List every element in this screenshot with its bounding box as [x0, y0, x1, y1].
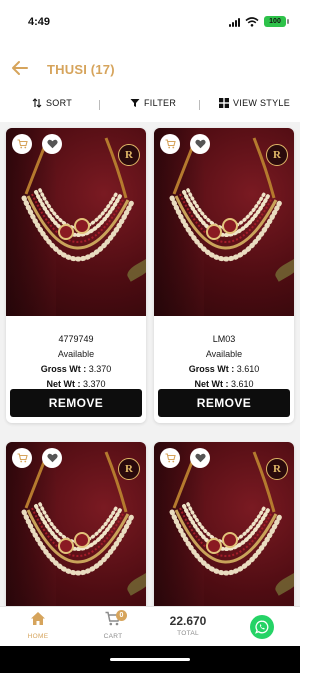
home-icon — [31, 612, 45, 625]
cart-icon — [165, 139, 176, 149]
product-grid[interactable]: R 4779749 Available Gross Wt : 3.370 Net… — [0, 122, 300, 606]
header: THUSI (17) — [0, 44, 300, 94]
bottom-nav: HOME 0 CART 22.670 TOTAL — [0, 606, 300, 646]
brand-logo: R — [266, 144, 288, 166]
gross-weight-label: Gross Wt : — [40, 364, 87, 374]
brand-logo: R — [266, 458, 288, 480]
signal-icon — [229, 17, 240, 27]
sort-label: SORT — [46, 98, 73, 108]
whatsapp-button[interactable] — [250, 615, 274, 639]
nav-cart[interactable]: 0 CART — [88, 610, 138, 640]
cart-icon — [17, 453, 28, 463]
filter-icon — [130, 99, 140, 107]
heart-icon — [194, 139, 206, 149]
net-weight-label: Net Wt : — [194, 379, 229, 389]
add-to-cart-button[interactable] — [160, 448, 180, 468]
total-label: TOTAL — [177, 630, 199, 637]
heart-icon — [46, 139, 58, 149]
system-home-bar — [0, 646, 300, 673]
sort-icon — [32, 98, 42, 108]
status-bar: 4:49 100 — [0, 0, 300, 44]
remove-button[interactable]: REMOVE — [10, 389, 142, 417]
heart-icon — [194, 453, 206, 463]
wishlist-button[interactable] — [190, 448, 210, 468]
back-arrow-icon[interactable] — [10, 58, 30, 78]
cart-icon — [17, 139, 28, 149]
net-weight: Net Wt : 3.370 — [6, 379, 146, 389]
wishlist-button[interactable] — [190, 134, 210, 154]
remove-button[interactable]: REMOVE — [158, 389, 290, 417]
filter-label: FILTER — [144, 98, 177, 108]
net-weight-value: 3.370 — [82, 379, 106, 389]
cart-count-badge: 0 — [116, 610, 127, 621]
product-card[interactable]: R — [154, 442, 294, 606]
home-indicator[interactable] — [110, 658, 190, 661]
net-weight-label: Net Wt : — [46, 379, 81, 389]
toolbar: SORT FILTER VIEW STYLE — [0, 94, 300, 118]
wishlist-button[interactable] — [42, 134, 62, 154]
product-image[interactable]: R — [6, 128, 146, 316]
battery-icon: 100 — [264, 16, 289, 27]
wishlist-button[interactable] — [42, 448, 62, 468]
add-to-cart-button[interactable] — [160, 134, 180, 154]
product-info: LM03 Available Gross Wt : 3.610 Net Wt :… — [154, 316, 294, 389]
gross-weight: Gross Wt : 3.370 — [6, 364, 146, 374]
product-info: 4779749 Available Gross Wt : 3.370 Net W… — [6, 316, 146, 389]
view-style-button[interactable]: VIEW STYLE — [219, 98, 290, 108]
nav-home[interactable]: HOME — [13, 611, 63, 640]
product-card[interactable]: R — [6, 442, 146, 606]
heart-icon — [46, 453, 58, 463]
gross-weight: Gross Wt : 3.610 — [154, 364, 294, 374]
product-card[interactable]: R LM03 Available Gross Wt : 3.610 Net Wt… — [154, 128, 294, 423]
add-to-cart-button[interactable] — [12, 448, 32, 468]
grid-view-icon — [219, 98, 229, 108]
page-title: THUSI (17) — [47, 62, 115, 77]
nav-cart-label: CART — [103, 633, 123, 640]
brand-logo: R — [118, 144, 140, 166]
sort-button[interactable]: SORT — [32, 98, 72, 108]
brand-logo: R — [118, 458, 140, 480]
gross-weight-value: 3.610 — [236, 364, 260, 374]
product-card[interactable]: R 4779749 Available Gross Wt : 3.370 Net… — [6, 128, 146, 423]
toolbar-divider — [99, 100, 100, 110]
product-code: LM03 — [212, 334, 236, 344]
product-code: 4779749 — [58, 334, 94, 344]
total-value: 22.670 — [169, 614, 207, 628]
cart-icon — [165, 453, 176, 463]
status-time: 4:49 — [28, 16, 51, 28]
status-icons: 100 — [229, 16, 289, 27]
net-weight: Net Wt : 3.610 — [154, 379, 294, 389]
product-image[interactable]: R — [6, 442, 146, 606]
net-weight-value: 3.610 — [230, 379, 254, 389]
nav-home-label: HOME — [27, 633, 49, 640]
gross-weight-value: 3.370 — [88, 364, 112, 374]
wifi-icon — [245, 16, 259, 27]
product-image[interactable]: R — [154, 442, 294, 606]
view-style-label: VIEW STYLE — [233, 98, 291, 108]
gross-weight-label: Gross Wt : — [188, 364, 235, 374]
availability-status: Available — [57, 349, 95, 359]
add-to-cart-button[interactable] — [12, 134, 32, 154]
filter-button[interactable]: FILTER — [130, 98, 176, 108]
whatsapp-icon — [255, 620, 269, 634]
product-image[interactable]: R — [154, 128, 294, 316]
nav-total: 22.670 TOTAL — [158, 614, 218, 637]
toolbar-divider — [199, 100, 200, 110]
availability-status: Available — [205, 349, 243, 359]
